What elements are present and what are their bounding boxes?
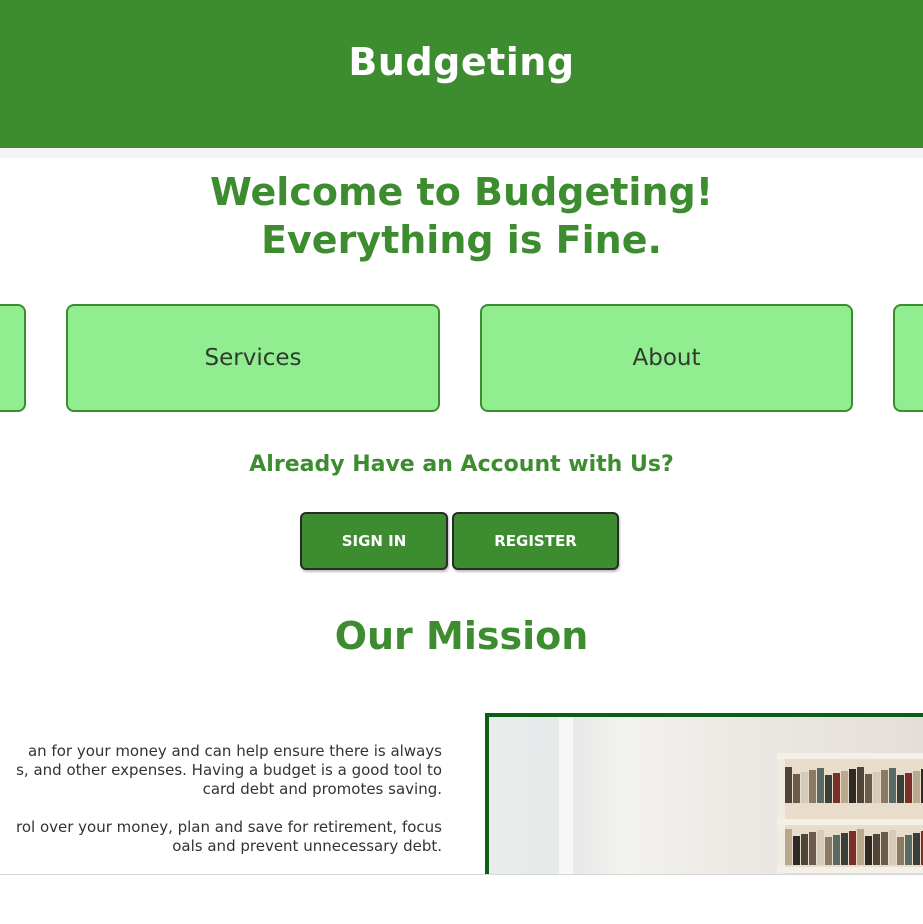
photo-book: [801, 772, 808, 803]
nav-card-services-label: Services: [204, 345, 302, 371]
page: Budgeting Welcome to Budgeting! Everythi…: [0, 0, 923, 924]
photo-book: [841, 771, 848, 803]
photo-book: [849, 831, 856, 865]
mission-text: an for your money and can help ensure th…: [0, 742, 442, 875]
sign-in-button-label: SIGN IN: [341, 532, 407, 550]
welcome-heading: Welcome to Budgeting! Everything is Fine…: [0, 168, 923, 264]
photo-book: [873, 772, 880, 803]
nav-card-services[interactable]: Services: [66, 304, 440, 412]
photo-book: [809, 770, 816, 803]
photo-book: [841, 833, 848, 865]
photo-book: [817, 768, 824, 803]
photo-book: [905, 835, 912, 865]
mission-title: Our Mission: [334, 614, 589, 658]
photo-book: [825, 775, 832, 803]
nav-card-about-label: About: [632, 345, 701, 371]
photo-book: [889, 768, 896, 803]
photo-book: [817, 830, 824, 865]
photo-book: [897, 775, 904, 803]
photo-shelf-middle: [777, 819, 923, 825]
photo-book: [857, 767, 864, 803]
photo-book: [825, 837, 832, 865]
photo-book: [833, 835, 840, 865]
photo-book: [881, 770, 888, 803]
photo-book: [785, 829, 792, 865]
mission-photo: [485, 713, 923, 883]
header-divider: [0, 148, 923, 158]
photo-book: [873, 834, 880, 865]
photo-book: [865, 774, 872, 803]
photo-shelf-bottom: [777, 867, 923, 873]
photo-book: [793, 774, 800, 803]
register-button-label: REGISTER: [494, 532, 577, 550]
mission-p2-line-1: rol over your money, plan and save for r…: [16, 818, 442, 836]
sign-in-button[interactable]: SIGN IN: [300, 512, 448, 570]
photo-book: [801, 834, 808, 865]
photo-book: [913, 833, 920, 865]
mission-p1-line-1: an for your money and can help ensure th…: [27, 742, 442, 760]
photo-book: [857, 829, 864, 865]
photo-book: [849, 769, 856, 803]
photo-book: [793, 836, 800, 865]
mission-paragraph-1: an for your money and can help ensure th…: [0, 742, 442, 799]
mission-paragraph-2: rol over your money, plan and save for r…: [0, 818, 442, 856]
photo-book: [897, 837, 904, 865]
photo-book: [881, 832, 888, 865]
site-header: Budgeting: [0, 0, 923, 148]
mission-p1-line-2: s, and other expenses. Having a budget i…: [16, 761, 442, 779]
register-button[interactable]: REGISTER: [452, 512, 619, 570]
account-question: Already Have an Account with Us?: [249, 452, 674, 477]
photo-shelf-top: [777, 753, 923, 759]
welcome-line-1: Welcome to Budgeting!: [209, 170, 714, 214]
mission-p1-line-3: card debt and promotes saving.: [202, 780, 442, 798]
photo-book: [809, 832, 816, 865]
photo-book: [913, 771, 920, 803]
nav-card-about[interactable]: About: [480, 304, 853, 412]
nav-card-partial-right[interactable]: [893, 304, 923, 412]
page-bottom: [0, 875, 923, 924]
nav-card-partial-left[interactable]: [0, 304, 26, 412]
site-title: Budgeting: [348, 40, 575, 84]
mission-p2-line-2: oals and prevent unnecessary debt.: [172, 837, 442, 855]
welcome-line-2: Everything is Fine.: [261, 218, 662, 262]
photo-book: [833, 773, 840, 803]
photo-book: [905, 773, 912, 803]
photo-wall-column: [559, 717, 573, 879]
photo-book: [889, 830, 896, 865]
photo-book: [785, 767, 792, 803]
photo-book: [865, 836, 872, 865]
